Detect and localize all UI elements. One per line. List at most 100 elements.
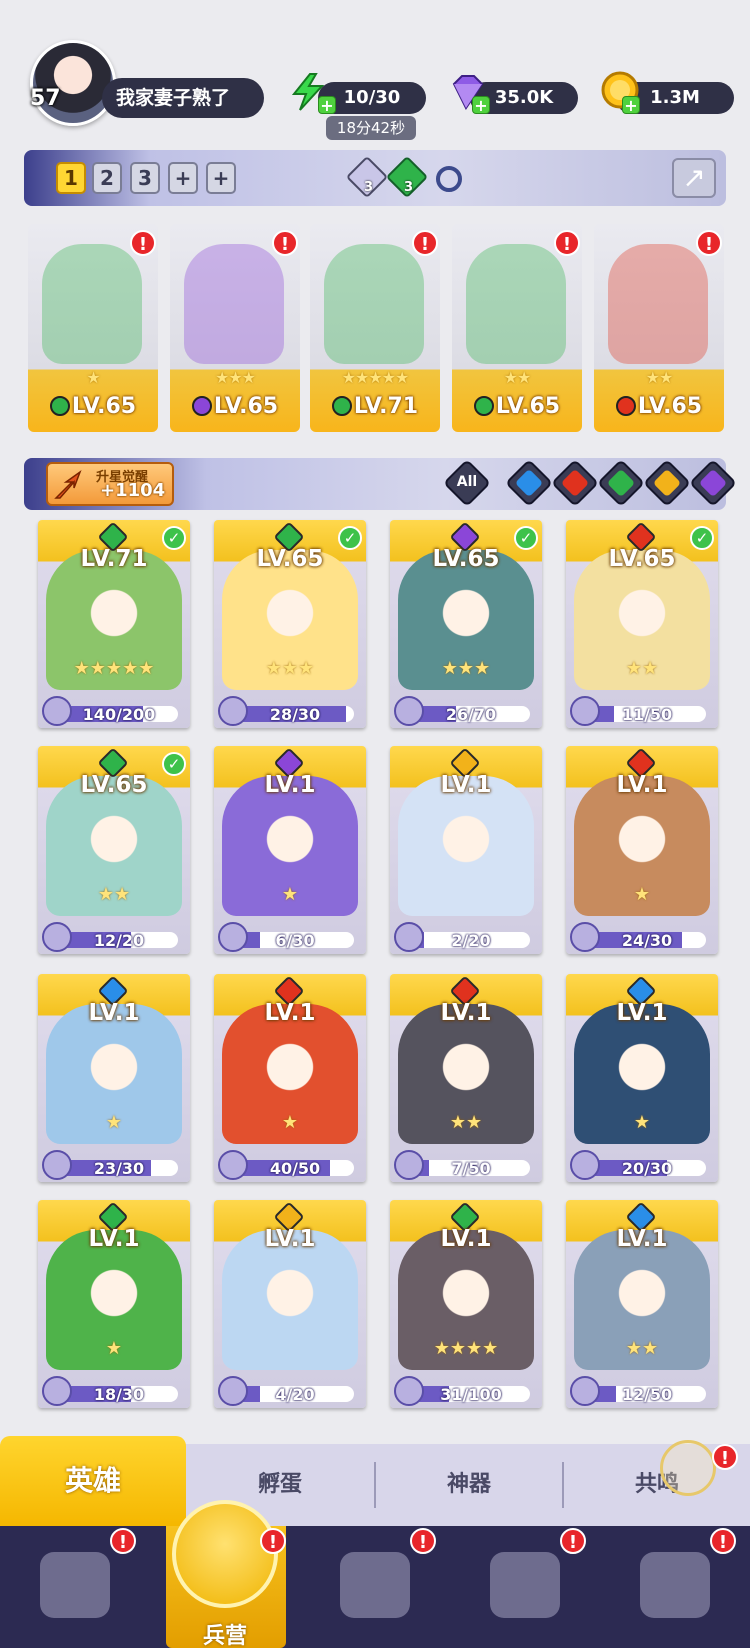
hero-card[interactable]: LV.1 ★★ 12/50 xyxy=(566,1200,718,1408)
hero-card[interactable]: LV.71 ★★★★★ 140/200 ✓ xyxy=(38,520,190,728)
energy-add-button[interactable]: + xyxy=(318,96,336,114)
hero-card[interactable]: LV.1 ★ 6/30 xyxy=(214,746,366,954)
team-tab-1[interactable]: 1 xyxy=(56,162,86,194)
hero-level: LV.65 xyxy=(452,394,582,419)
hero-level: LV.65 xyxy=(608,546,676,572)
hero-stars: ★★ xyxy=(625,658,659,679)
hero-portrait xyxy=(324,244,424,364)
hero-stars: ★ xyxy=(633,1112,651,1133)
guild-icon xyxy=(640,1552,710,1618)
hero-level: LV.65 xyxy=(28,394,158,419)
fragment-count: 23/30 xyxy=(93,1159,145,1178)
nav-guild-alert: ! xyxy=(710,1528,736,1554)
nature-gem-count: 3 xyxy=(404,180,414,195)
hero-card[interactable]: LV.65 ★★ 11/50 ✓ xyxy=(566,520,718,728)
team-slot-alert-badge: ! xyxy=(412,230,438,256)
hero-card[interactable]: LV.1 ★★★★ 31/100 xyxy=(390,1200,542,1408)
check-icon: ✓ xyxy=(690,526,714,550)
hero-stars: ★ xyxy=(633,884,651,905)
resonance-alert-badge: ! xyxy=(712,1444,738,1470)
tab-heroes[interactable]: 英雄 xyxy=(0,1436,186,1526)
team-tab-add-1[interactable]: + xyxy=(168,162,198,194)
fragment-count: 12/20 xyxy=(93,931,145,950)
hero-portrait xyxy=(608,244,708,364)
hero-level: LV.1 xyxy=(88,1226,140,1252)
hero-stars: ★★ xyxy=(645,368,674,387)
hero-card[interactable]: LV.1 ★★ 7/50 xyxy=(390,974,542,1182)
team-slot-alert-badge: ! xyxy=(272,230,298,256)
fragment-count: 18/30 xyxy=(93,1385,145,1404)
cards-icon xyxy=(40,1552,110,1618)
hero-card[interactable]: LV.1 ★ 20/30 xyxy=(566,974,718,1182)
hero-level: LV.1 xyxy=(264,1000,316,1026)
nav-shrine-alert: ! xyxy=(560,1528,586,1554)
hero-stars: ★★★★ xyxy=(433,1338,499,1359)
hero-stars: ★★★ xyxy=(214,368,256,387)
hero-stars: ★ xyxy=(281,1112,299,1133)
hero-level: LV.71 xyxy=(310,394,440,419)
hero-stars: ★★★ xyxy=(441,658,491,679)
check-icon: ✓ xyxy=(514,526,538,550)
hero-level-text: LV.65 xyxy=(637,394,703,419)
element-icon xyxy=(615,396,636,416)
hero-level: LV.1 xyxy=(616,772,668,798)
team-slot-alert-badge: ! xyxy=(696,230,722,256)
hero-stars: ★ xyxy=(281,884,299,905)
barracks-icon xyxy=(172,1500,278,1608)
filter-all-label: All xyxy=(456,474,478,490)
shrine-icon xyxy=(490,1552,560,1618)
element-icon xyxy=(49,396,70,416)
team-slot-alert-badge: ! xyxy=(130,230,156,256)
resonance-emblem-icon xyxy=(660,1440,716,1496)
check-icon: ✓ xyxy=(162,752,186,776)
hero-card[interactable]: LV.1 ★ 40/50 xyxy=(214,974,366,1182)
fragment-count: 24/30 xyxy=(621,931,673,950)
team-tab-2[interactable]: 2 xyxy=(92,162,122,194)
gem-add-button[interactable]: + xyxy=(472,96,490,114)
element-icon xyxy=(331,396,352,416)
team-tab-3[interactable]: 3 xyxy=(130,162,160,194)
gold-add-button[interactable]: + xyxy=(622,96,640,114)
hero-card[interactable]: LV.1 4/20 xyxy=(214,1200,366,1408)
team-slot-alert-badge: ! xyxy=(554,230,580,256)
hero-card[interactable]: LV.65 ★★ 12/20 ✓ xyxy=(38,746,190,954)
shadow-element-icon xyxy=(698,468,728,498)
fragment-count: 7/50 xyxy=(451,1159,491,1178)
energy-timer: 18分42秒 xyxy=(326,116,416,140)
fragment-count: 140/200 xyxy=(82,705,156,724)
hero-card[interactable]: LV.1 2/20 xyxy=(390,746,542,954)
tab-artifacts[interactable]: 神器 xyxy=(376,1444,562,1526)
search-icon[interactable] xyxy=(436,166,462,192)
hero-level: LV.1 xyxy=(440,1226,492,1252)
player-name: 我家妻子熟了 xyxy=(102,78,264,118)
hero-level-text: LV.71 xyxy=(353,394,419,419)
hero-card[interactable]: LV.65 ★★★ 26/70 ✓ xyxy=(390,520,542,728)
hero-level: LV.65 xyxy=(432,546,500,572)
hero-portrait xyxy=(42,244,142,364)
share-button[interactable]: ↗ xyxy=(672,158,716,198)
hero-card[interactable]: LV.1 ★ 24/30 xyxy=(566,746,718,954)
check-icon: ✓ xyxy=(162,526,186,550)
hero-level-text: LV.65 xyxy=(213,394,279,419)
hero-card[interactable]: LV.1 ★ 23/30 xyxy=(38,974,190,1182)
hero-level: LV.1 xyxy=(616,1000,668,1026)
hero-level: LV.65 xyxy=(594,394,724,419)
check-icon: ✓ xyxy=(338,526,362,550)
hero-level-text: LV.65 xyxy=(71,394,137,419)
hero-portrait xyxy=(466,244,566,364)
hero-level: LV.1 xyxy=(440,1000,492,1026)
player-avatar[interactable] xyxy=(30,40,116,126)
hero-stars: ★★ xyxy=(503,368,532,387)
team-tab-add-2[interactable]: + xyxy=(206,162,236,194)
hero-level: LV.65 xyxy=(80,772,148,798)
light-element-icon xyxy=(652,468,682,498)
hero-card[interactable]: LV.1 ★ 18/30 xyxy=(38,1200,190,1408)
nav-cards-alert: ! xyxy=(110,1528,136,1554)
map-icon xyxy=(340,1552,410,1618)
hero-card[interactable]: LV.65 ★★★ 28/30 ✓ xyxy=(214,520,366,728)
hero-stars: ★★ xyxy=(449,1112,483,1133)
hero-level: LV.1 xyxy=(264,1226,316,1252)
element-icon xyxy=(473,396,494,416)
hero-stars: ★★★★★ xyxy=(73,658,155,679)
hero-level: LV.1 xyxy=(616,1226,668,1252)
